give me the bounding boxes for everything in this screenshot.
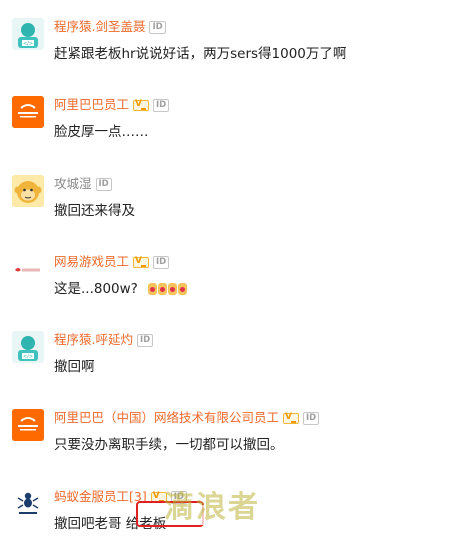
id-badge: ID (95, 177, 112, 191)
comment-item: 阿里巴巴（中国）网络技术有限公司员工 ID 只要没办离职手续，一切都可以撤回。 (12, 405, 442, 465)
username[interactable]: 网易游戏员工 (54, 253, 129, 271)
comment-text: 只要没办离职手续，一切都可以撤回。 (54, 437, 284, 453)
verified-badge-icon (133, 99, 150, 111)
avatar[interactable] (12, 409, 44, 441)
id-badge: ID (149, 20, 166, 34)
name-row: 阿里巴巴员工 ID (54, 96, 170, 114)
comment-item: 网易游戏员工 ID 这是...800w? (12, 249, 442, 309)
monkey-avatar-icon (12, 175, 44, 207)
svg-text:</>: </> (23, 354, 33, 360)
svg-text:</>: </> (23, 41, 33, 47)
username[interactable]: 攻城湿 (54, 175, 92, 193)
username[interactable]: 程序猿.呼延灼 (54, 331, 133, 349)
comment-item: 阿里巴巴员工 ID 脸皮厚一点…… (12, 92, 442, 152)
emoji-icon (148, 283, 158, 295)
verified-badge-icon (283, 412, 300, 424)
programmer-avatar-icon: </> (12, 18, 44, 50)
username[interactable]: 阿里巴巴（中国）网络技术有限公司员工 (54, 409, 279, 427)
emoji-icon (178, 283, 188, 295)
alibaba-logo-icon (12, 96, 44, 128)
id-badge: ID (136, 333, 154, 347)
name-row: 程序猿.剑圣盖聂 ID (54, 18, 166, 36)
ant-financial-logo-icon (12, 488, 44, 520)
comment-text: 这是...800w? (54, 279, 188, 299)
comment-text: 撤回还来得及 (54, 203, 135, 219)
comment-item: 攻城湿 ID 撤回还来得及 (12, 171, 442, 231)
comment-item: </> 程序猿.呼延灼 ID 撤回啊 (12, 327, 442, 387)
emoji-icon (158, 283, 168, 295)
watermark: 滴浪者 (164, 490, 260, 525)
alibaba-logo-icon (12, 409, 44, 441)
id-badge: ID (303, 411, 320, 425)
name-row: 程序猿.呼延灼 ID (54, 331, 154, 349)
programmer-avatar-icon: </> (12, 331, 44, 363)
name-row: 阿里巴巴（中国）网络技术有限公司员工 ID (54, 409, 320, 427)
avatar[interactable] (12, 96, 44, 128)
comment-item: </> 程序猿.剑圣盖聂 ID 赶紧跟老板hr说说好话，两万sers得1000万… (12, 14, 442, 74)
username[interactable]: 蚂蚁金服员工[3] (54, 488, 147, 506)
name-row: 攻城湿 ID (54, 175, 112, 193)
verified-badge-icon (133, 256, 150, 268)
emoji-group (148, 279, 188, 299)
avatar[interactable] (12, 488, 44, 520)
avatar[interactable]: </> (12, 18, 44, 50)
comment-text: 撤回啊 (54, 359, 95, 375)
avatar[interactable] (12, 253, 44, 285)
comment-text: 脸皮厚一点…… (54, 124, 149, 140)
id-badge: ID (153, 98, 170, 112)
comment-text: 赶紧跟老板hr说说好话，两万sers得1000万了啊 (54, 46, 347, 62)
name-row: 网易游戏员工 ID (54, 253, 170, 271)
comment-text-content: 这是...800w? (54, 281, 138, 297)
emoji-icon (168, 283, 178, 295)
avatar[interactable] (12, 175, 44, 207)
avatar[interactable]: </> (12, 331, 44, 363)
netease-logo-icon (12, 253, 44, 285)
id-badge: ID (153, 255, 170, 269)
username[interactable]: 程序猿.剑圣盖聂 (54, 18, 145, 36)
username[interactable]: 阿里巴巴员工 (54, 96, 129, 114)
